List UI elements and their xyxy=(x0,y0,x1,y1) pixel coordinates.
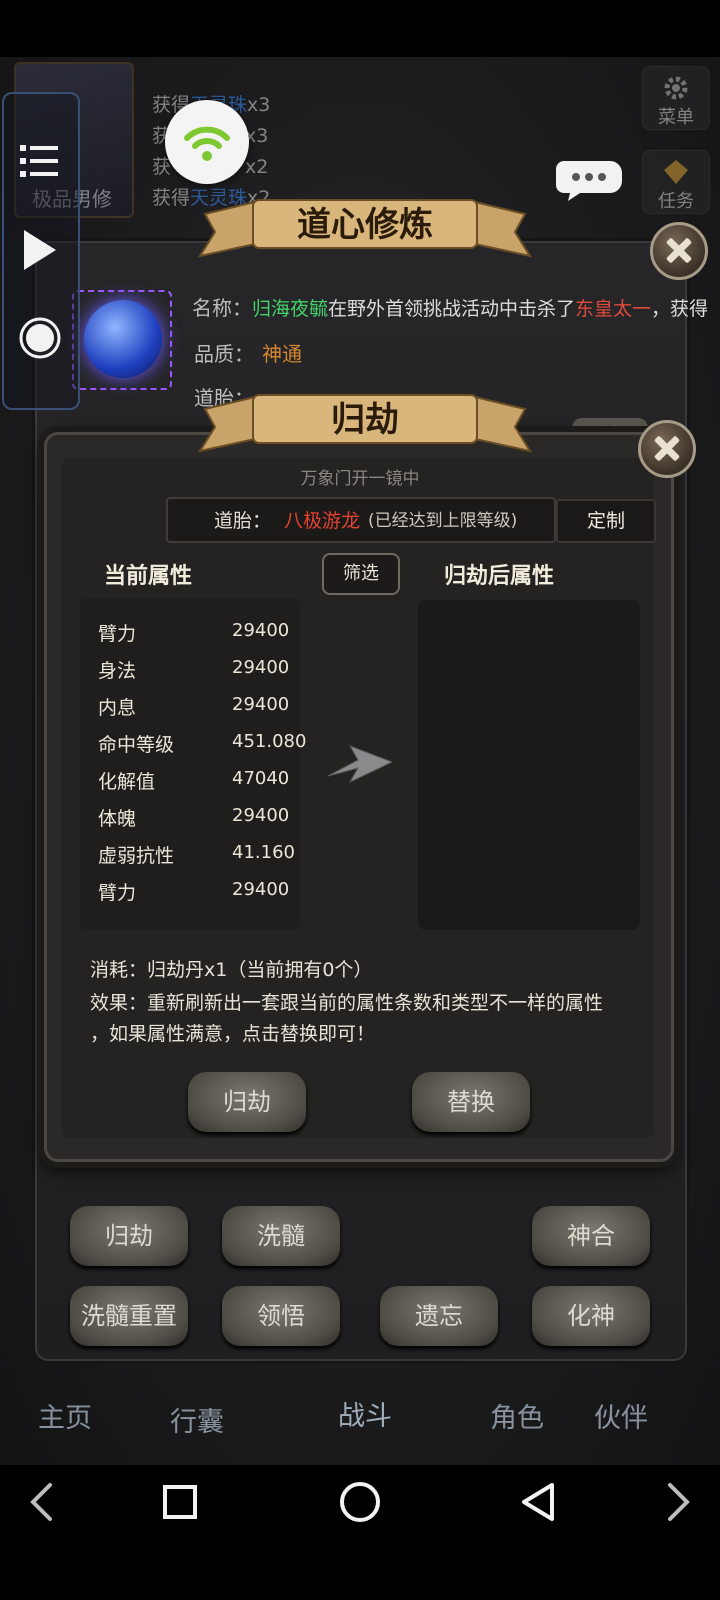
play-icon[interactable] xyxy=(22,228,58,272)
custom-button[interactable]: 定制 xyxy=(556,499,656,543)
effect-text-continued: ，如果属性满意，点击替换即可！ xyxy=(90,1023,376,1045)
nav-tab-partner[interactable]: 伙伴 xyxy=(594,1396,648,1435)
reset-button[interactable]: 归劫 xyxy=(188,1072,306,1132)
task-button[interactable]: 任务 xyxy=(642,150,710,214)
stat-name: 臂力 xyxy=(98,882,137,904)
transform-button[interactable]: 化神 xyxy=(532,1286,650,1346)
effect-text: 效果：重新刷新出一套跟当前的属性条数和类型不一样的属性 xyxy=(90,992,604,1014)
stat-name: 身法 xyxy=(98,660,137,682)
embryo-max-note: (已经达到上限等级) xyxy=(368,511,518,531)
marrow-wash-button[interactable]: 洗髓 xyxy=(222,1206,340,1266)
stat-name: 体魄 xyxy=(98,808,137,830)
stat-name: 内息 xyxy=(98,697,137,719)
embryo-name: 八极游龙 xyxy=(284,510,361,532)
wifi-icon xyxy=(184,126,230,161)
quality-value: 神通 xyxy=(262,342,302,366)
dialog-title: 归劫 xyxy=(331,400,399,440)
news-ticker: 名称：归海夜毓在野外首领挑战活动中击杀了东皇太一，获得 xyxy=(192,296,709,320)
stat-value: 29400 xyxy=(232,694,290,715)
status-bar xyxy=(0,0,720,57)
stat-name: 化解值 xyxy=(98,771,156,793)
comprehend-button[interactable]: 领悟 xyxy=(222,1286,340,1346)
stat-value: 29400 xyxy=(232,657,290,678)
diamond-icon xyxy=(664,160,688,184)
stat-value: 29400 xyxy=(232,805,290,826)
stat-value: 29400 xyxy=(232,620,290,641)
orb-icon[interactable] xyxy=(84,300,162,378)
stat-name: 虚弱抗性 xyxy=(98,845,175,867)
fusion-button[interactable]: 神合 xyxy=(532,1206,650,1266)
filter-button[interactable]: 筛选 xyxy=(322,553,400,595)
back-icon[interactable] xyxy=(520,1482,556,1522)
home-icon[interactable] xyxy=(338,1480,382,1524)
stat-name: 臂力 xyxy=(98,623,137,645)
stat-value: 451.080 xyxy=(232,731,307,752)
stat-value: 47040 xyxy=(232,768,290,789)
embryo-label: 道胎： xyxy=(214,510,272,532)
quality-label: 品质： xyxy=(194,342,254,366)
forget-button[interactable]: 遗忘 xyxy=(380,1286,498,1346)
stat-name: 命中等级 xyxy=(98,734,175,756)
reset-tab-button[interactable]: 归劫 xyxy=(70,1206,188,1266)
replace-button[interactable]: 替换 xyxy=(412,1072,530,1132)
current-attributes-title: 当前属性 xyxy=(104,564,193,589)
panel-title: 道心修炼 xyxy=(297,205,433,245)
nav-tab-bag[interactable]: 行囊 xyxy=(170,1400,224,1439)
chevron-right-icon[interactable] xyxy=(666,1482,692,1522)
cost-text: 消耗：归劫丹x1（当前拥有0个） xyxy=(90,959,373,981)
recents-icon[interactable] xyxy=(162,1484,198,1520)
menu-button[interactable]: 菜单 xyxy=(642,66,710,130)
arrow-right-icon xyxy=(328,745,392,784)
dialog-subtitle: 万象门开一镜中 xyxy=(300,469,420,489)
nav-tab-home[interactable]: 主页 xyxy=(38,1396,92,1435)
dialog-title-banner: 归劫 xyxy=(195,387,535,461)
wifi-button[interactable] xyxy=(165,100,249,184)
stat-value: 41.160 xyxy=(232,842,295,863)
task-label: 任务 xyxy=(658,191,694,212)
gear-icon xyxy=(664,76,688,100)
chevron-left-icon[interactable] xyxy=(28,1482,54,1522)
panel-title-banner: 道心修炼 xyxy=(195,192,535,266)
nav-tab-role[interactable]: 角色 xyxy=(490,1396,544,1435)
close-panel-button[interactable] xyxy=(650,222,708,280)
after-attributes-title: 归劫后属性 xyxy=(444,564,555,589)
chat-bubble-icon[interactable] xyxy=(554,157,624,203)
stat-value: 29400 xyxy=(232,879,290,900)
result-stats-list xyxy=(418,600,640,930)
nav-tab-battle[interactable]: 战斗 xyxy=(338,1394,392,1433)
list-icon[interactable] xyxy=(18,140,60,182)
marrow-reset-button[interactable]: 洗髓重置 xyxy=(70,1286,188,1346)
menu-label: 菜单 xyxy=(658,107,694,128)
record-icon[interactable] xyxy=(18,316,62,360)
